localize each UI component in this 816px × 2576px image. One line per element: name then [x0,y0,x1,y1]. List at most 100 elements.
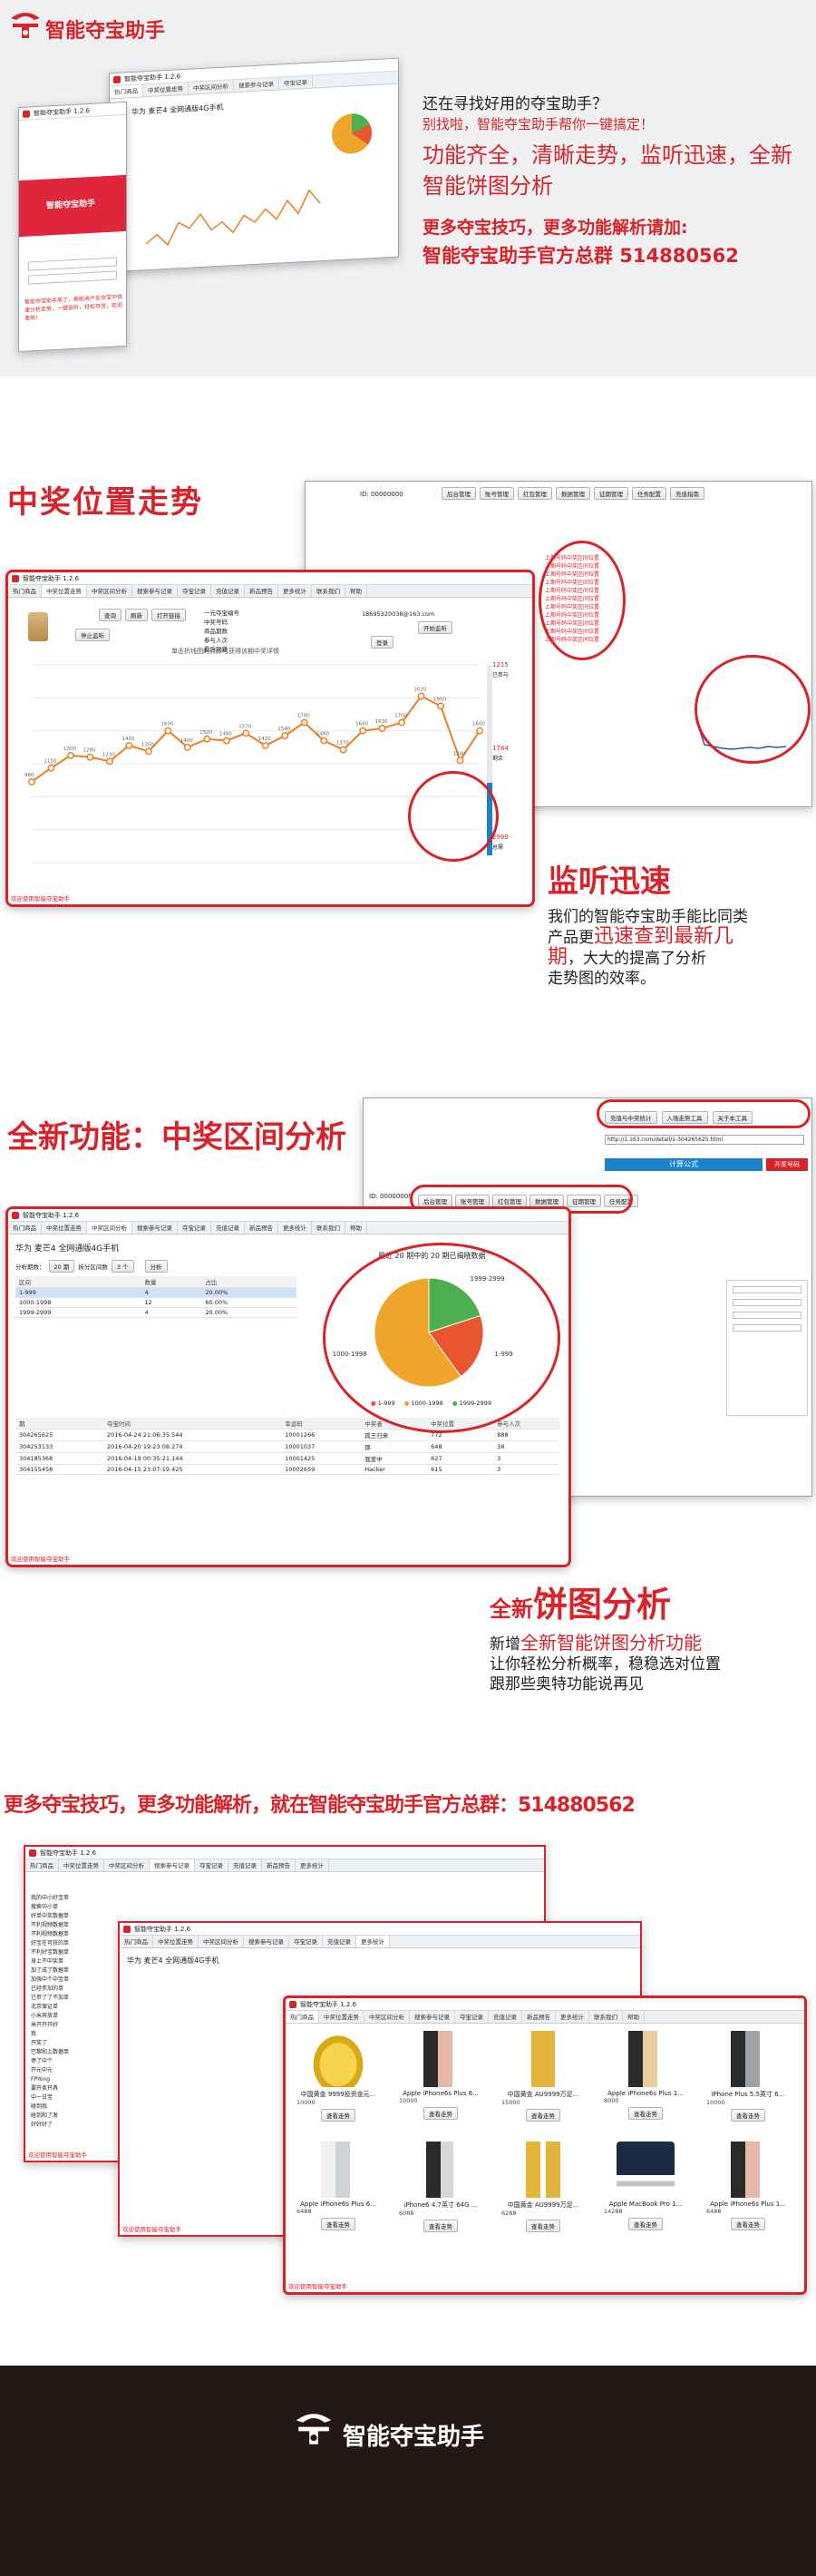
tab-recharge[interactable]: 充值记录 [489,2011,522,2023]
list-item[interactable]: 米开开开好 [31,2021,103,2030]
list-item[interactable]: 好好好了 [31,2121,103,2130]
list-item[interactable]: 不利视频数据单 [31,1921,103,1930]
list-item[interactable]: 北京保证单 [31,2003,103,2012]
data-point[interactable] [378,724,386,732]
split-select[interactable]: 3 个 [111,1260,134,1273]
product-card[interactable]: 中国黄金 AU9999万足... 6288 查看走势 [494,2138,592,2238]
list-item[interactable]: 我的中小好宝单 [31,1894,103,1903]
list-item[interactable]: 碰到和了发 [31,2112,103,2121]
tab-help[interactable]: 帮助 [345,1222,367,1234]
analyze-button[interactable]: 分析 [144,1260,168,1273]
list-item[interactable]: 中一日宝 [31,2093,103,2103]
view-trend-button[interactable]: 查看走势 [731,2109,765,2122]
data-point[interactable] [183,743,191,751]
data-point[interactable] [203,735,211,743]
pro-menu-item[interactable]: 征期管理 [594,487,628,500]
list-item[interactable]: 身上不中奖单 [31,1957,103,1966]
data-point[interactable] [320,737,328,745]
periods-select[interactable]: 20 期 [48,1260,75,1273]
tab-new[interactable]: 新品预告 [262,1859,296,1871]
view-trend-button[interactable]: 查看走势 [628,2218,663,2230]
tab-trend[interactable]: 中奖位置走势 [59,1859,104,1871]
product-card[interactable]: Apple iPhone6s Plus 1... 6488 查看走势 [699,2138,797,2238]
hero-login-field-1[interactable] [28,257,117,271]
tab-range[interactable]: 中奖区间分析 [87,585,132,597]
data-point[interactable] [144,747,152,756]
tab-trend[interactable]: 中奖位置走势 [42,585,87,597]
tab-hot[interactable]: 热门商品 [8,1222,42,1234]
hero-login-field-2[interactable] [28,270,117,285]
tab-contact[interactable]: 联系我们 [312,585,345,597]
product-card[interactable]: Apple iPhone6s Plus 6... 6488 查看走势 [289,2138,387,2238]
list-item[interactable]: 不利好宝数据单 [31,1948,103,1957]
list-item[interactable]: 小米奔放单 [31,2012,103,2021]
tab-stats[interactable]: 更多统计 [296,1859,329,1871]
tab-search[interactable]: 搜索参与记录 [132,1222,178,1234]
tab-new[interactable]: 新品预告 [245,1222,278,1234]
tab-trend[interactable]: 中奖位置走势 [143,82,189,97]
open-link-button[interactable]: 打开链接 [151,609,186,621]
tab-contact[interactable]: 联系我们 [589,2011,623,2023]
list-item[interactable]: 好宝在可获的单 [31,1939,103,1948]
tab-range[interactable]: 中奖区间分析 [189,80,234,94]
data-point[interactable] [164,727,172,735]
tab-recharge[interactable]: 充值记录 [228,1859,262,1871]
tab-records[interactable]: 夺宝记录 [455,2011,489,2023]
option-field[interactable] [733,1299,801,1306]
product-card[interactable]: Apple MacBook Pro 1... 14288 查看走势 [597,2138,695,2238]
list-item[interactable]: 加强中个中宝单 [31,1976,103,1985]
data-point[interactable] [67,751,74,759]
pro-menu-item[interactable]: 任务配置 [632,487,666,500]
view-trend-button[interactable]: 查看走势 [321,2109,355,2122]
tab-trend[interactable]: 中奖位置走势 [319,2011,364,2023]
login-button[interactable]: 登录 [371,636,393,649]
table-row[interactable]: 1-999 4 20.00% [15,1287,296,1298]
product-card[interactable]: iPhone6 4.7英寸 64G ... 6088 查看走势 [392,2138,490,2238]
data-point[interactable] [281,732,289,740]
tab-records[interactable]: 夺宝记录 [289,1936,323,1947]
table-row[interactable]: 1000-1998 12 60.00% [15,1297,296,1308]
list-item[interactable]: 已参了了不加单 [31,1994,103,2003]
data-point[interactable] [261,742,269,749]
pro-menu-item[interactable]: 数据管理 [556,487,590,500]
tab-help[interactable]: 帮助 [623,2011,645,2023]
list-item[interactable]: 我 [31,2030,103,2039]
tab-trend[interactable]: 中奖位置走势 [42,1222,87,1234]
table-row[interactable]: 304265625 2016-04-24 21:06:35.544 10001266… [15,1429,559,1441]
list-item[interactable]: 开元中元 [31,2066,103,2075]
list-item[interactable]: 要开卖开具 [31,2084,103,2093]
tab-range[interactable]: 中奖区间分析 [87,1222,132,1234]
table-row[interactable]: 1999-2999 4 20.00% [15,1307,296,1318]
option-field[interactable] [733,1286,801,1293]
tab-more[interactable]: 夺宝记录 [279,75,313,90]
tab-recharge[interactable]: 充值记录 [211,585,245,597]
tab-recharge[interactable]: 充值记录 [323,1936,356,1947]
tab-records[interactable]: 夺宝记录 [195,1859,228,1871]
tab-hot[interactable]: 热门商品 [8,585,42,597]
tab-trend[interactable]: 中奖位置走势 [153,1936,199,1947]
view-trend-button[interactable]: 查看走势 [526,2220,560,2232]
tab-recharge[interactable]: 充值记录 [211,1222,245,1234]
start-monitor-button[interactable]: 开始监听 [418,621,452,634]
tab-new[interactable]: 新品预告 [522,2011,556,2023]
tab-range[interactable]: 中奖区间分析 [199,1936,244,1947]
tab-records[interactable]: 夺宝记录 [178,585,211,597]
data-point[interactable] [300,718,308,727]
list-item[interactable]: 搜索中小单 [31,1903,103,1912]
pro-menu-item[interactable]: 后台管理 [442,487,476,500]
list-item[interactable]: 好单中奖数据单 [31,1912,103,1921]
data-point[interactable] [125,742,133,749]
table-row[interactable]: 304155458 2016-04-15 23:07:19.425 10002659… [15,1464,559,1475]
data-point[interactable] [242,729,250,737]
view-trend-button[interactable]: 查看走势 [423,2220,458,2232]
data-point[interactable] [437,702,444,710]
view-trend-button[interactable]: 查看走势 [628,2107,663,2120]
product-card[interactable]: Apple iPhone6s Plus 1... 8000 查看走势 [597,2027,695,2127]
tab-new[interactable]: 新品预告 [245,585,278,597]
tab-hot[interactable]: 热门商品 [120,1936,153,1947]
option-field[interactable] [733,1312,801,1319]
pro-menu-item[interactable]: 红包管理 [518,487,552,500]
data-point[interactable] [105,757,113,766]
table-row[interactable]: 304253133 2016-04-20 19:23:08.274 10001037… [15,1440,559,1453]
tab-help[interactable]: 帮助 [345,585,367,597]
